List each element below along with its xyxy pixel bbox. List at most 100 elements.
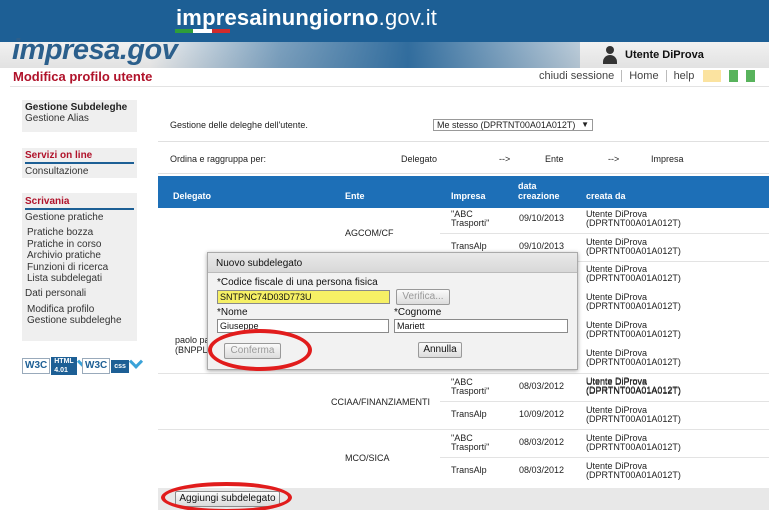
date-cell: 09/10/2013	[519, 241, 565, 251]
annotation-ellipse-add	[161, 482, 292, 510]
order-impresa[interactable]: Impresa	[651, 154, 684, 164]
impresa-cell: Trasporti"	[451, 442, 490, 452]
language-flags	[703, 70, 756, 82]
date-cell: 08/03/2012	[519, 381, 565, 391]
help-link[interactable]: help	[665, 70, 702, 82]
created-by-cell: (DPRTNT00A01A012T)	[586, 442, 681, 452]
sidebar-item-gestione-subdeleghe[interactable]: Gestione subdeleghe	[22, 315, 137, 327]
ente-cell: AGCOM/CF	[345, 228, 394, 238]
col-data-creazione[interactable]: data creazione	[518, 181, 560, 201]
sidebar-title-scrivania: Scrivania	[25, 196, 70, 207]
home-link[interactable]: Home	[621, 70, 665, 82]
sidebar-item-modifica-profilo[interactable]: Modifica profilo	[22, 304, 137, 316]
sidebar-box-scrivania: Scrivania Gestione pratiche Pratiche boz…	[22, 193, 137, 341]
dropdown-arrow-icon: ▼	[581, 120, 589, 129]
site-title: impresainungiorno.gov.it	[176, 5, 438, 30]
col-ente[interactable]: Ente	[345, 191, 365, 201]
badge-tag: HTML	[51, 357, 77, 366]
cognome-label: *Cognome	[394, 307, 442, 318]
impresa-cell: TransAlp	[451, 241, 487, 251]
header-decoration	[150, 42, 580, 68]
badge-tag: 4.01	[51, 366, 77, 375]
date-cell: 08/03/2012	[519, 465, 565, 475]
italian-stripes	[175, 29, 230, 33]
date-cell: 08/03/2012	[519, 437, 565, 447]
sidebar-title-servizi: Servizi on line	[25, 150, 93, 161]
created-by-cell: (DPRTNT00A01A012T)	[586, 246, 681, 256]
row-divider	[440, 401, 769, 402]
annotation-ellipse-confirm	[208, 329, 312, 371]
col-creata-da[interactable]: creata da	[586, 191, 626, 201]
user-name: Utente DiProva	[625, 49, 704, 61]
sidebar-item-lista-subdelegati[interactable]: Lista subdelegati	[22, 273, 137, 285]
order-arrow: -->	[499, 154, 511, 164]
impresa-gov-logo[interactable]: impresa.gov	[12, 34, 178, 67]
sidebar-item-pratiche-in-corso[interactable]: Pratiche in corso	[22, 239, 137, 251]
row-divider	[440, 233, 769, 234]
sidebar-item-consultazione[interactable]: Consultazione	[22, 166, 137, 178]
w3c-css-badge[interactable]: W3C css	[82, 354, 143, 375]
flag-germany-icon[interactable]	[703, 70, 721, 82]
divider	[10, 86, 769, 87]
col-impresa[interactable]: Impresa	[451, 191, 486, 201]
cf-input[interactable]: SNTPNC74D03D773U	[217, 290, 390, 304]
created-by-cell: (DPRTNT00A01A012T)	[586, 273, 681, 283]
table-header: Delegato Ente Impresa data creazione cre…	[158, 176, 769, 208]
sidebar-section-gestione-pratiche: Gestione pratiche	[25, 212, 104, 223]
delegations-label: Gestione delle deleghe dell'utente.	[170, 120, 308, 130]
sidebar-title-subdeleghe: Gestione Subdeleghe	[25, 102, 128, 113]
impresa-cell: TransAlp	[451, 409, 487, 419]
created-by-cell: (DPRTNT00A01A012T)	[586, 357, 681, 367]
ente-cell: CCIAA/FINANZIAMENTI	[331, 397, 431, 407]
sidebar-item-archivio-pratiche[interactable]: Archivio pratiche	[22, 250, 137, 262]
nome-label: *Nome	[217, 307, 248, 318]
order-arrow: -->	[608, 154, 620, 164]
impresa-cell: Trasporti"	[451, 386, 490, 396]
page-title: Modifica profilo utente	[13, 69, 153, 84]
check-icon	[128, 354, 143, 369]
flag-italy-icon[interactable]	[729, 70, 756, 82]
created-by-cell: (DPRTNT00A01A012T)	[586, 218, 681, 228]
divider	[158, 173, 769, 174]
logout-link[interactable]: chiudi sessione	[532, 70, 621, 82]
user-icon	[603, 46, 617, 64]
cf-label: *Codice fiscale di una persona fisica	[217, 277, 378, 288]
delegation-select-value: Me stesso (DPRTNT00A01A012T)	[437, 120, 576, 130]
sidebar-box-subdeleghe: Gestione Subdeleghe Gestione Alias	[22, 100, 137, 132]
sidebar-section-dati-personali: Dati personali	[25, 287, 87, 299]
sidebar-box-servizi: Servizi on line Consultazione	[22, 148, 137, 178]
row-divider	[440, 457, 769, 458]
ente-cell: MCO/SICA	[345, 453, 390, 463]
top-links: chiudi sessione Home help	[532, 68, 701, 84]
order-ente[interactable]: Ente	[545, 154, 564, 164]
sidebar-item-pratiche-bozza[interactable]: Pratiche bozza	[22, 227, 137, 239]
cognome-input[interactable]: Mariett	[394, 319, 568, 333]
impresa-cell: TransAlp	[451, 465, 487, 475]
group-divider	[158, 373, 769, 374]
dialog-title: Nuovo subdelegato	[208, 253, 577, 273]
created-by-cell: (DPRTNT00A01A012T)	[586, 301, 681, 311]
date-cell: 10/09/2012	[519, 409, 565, 419]
divider	[158, 141, 769, 142]
verify-button[interactable]: Verifica...	[396, 289, 450, 305]
user-box: Utente DiProva	[595, 44, 769, 66]
w3c-html-badge[interactable]: W3C HTML 4.01	[22, 354, 91, 375]
delegation-select[interactable]: Me stesso (DPRTNT00A01A012T) ▼	[433, 119, 593, 131]
created-by-cell: (DPRTNT00A01A012T)	[586, 329, 681, 339]
sidebar-item-funzioni-ricerca[interactable]: Funzioni di ricerca	[22, 262, 137, 274]
cancel-button[interactable]: Annulla	[418, 342, 462, 358]
group-divider	[158, 429, 769, 430]
created-by-cell: (DPRTNT00A01A012T)	[586, 386, 681, 396]
badge-tag: css	[111, 359, 129, 373]
w3c-logo: W3C	[22, 358, 51, 374]
order-delegato[interactable]: Delegato	[401, 154, 437, 164]
sidebar-divider	[25, 208, 134, 210]
sidebar-item-gestione-alias[interactable]: Gestione Alias	[22, 113, 137, 125]
created-by-cell: (DPRTNT00A01A012T)	[586, 414, 681, 424]
date-cell: 09/10/2013	[519, 213, 565, 223]
order-label: Ordina e raggruppa per:	[170, 154, 267, 164]
created-by-cell: (DPRTNT00A01A012T)	[586, 470, 681, 480]
w3c-logo: W3C	[82, 358, 111, 374]
sidebar-divider	[25, 162, 134, 164]
col-delegato[interactable]: Delegato	[173, 191, 211, 201]
